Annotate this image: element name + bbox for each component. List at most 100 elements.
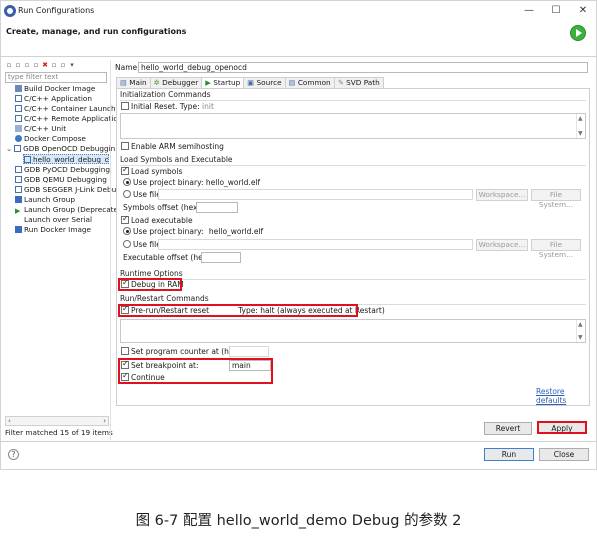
symbols-workspace-button[interactable]: Workspace... [476, 189, 528, 201]
tree-item[interactable]: Build Docker Image [15, 84, 95, 94]
chevron-left-icon[interactable]: ‹ [8, 417, 11, 426]
apply-button[interactable]: Apply [537, 421, 587, 434]
symbols-use-project-binary-radio[interactable]: Use project binary: hello_world.elf [123, 178, 260, 188]
chevron-right-icon[interactable]: › [103, 417, 106, 426]
config-tree: Build Docker Image C/C++ Application C/C… [5, 84, 120, 414]
set-pc-checkbox[interactable]: Set program counter at (hex): [121, 347, 243, 357]
run-icon [570, 25, 586, 41]
maximize-button[interactable]: ☐ [546, 3, 566, 19]
tab-debugger[interactable]: ✲ Debugger [149, 77, 203, 88]
init-commands-textarea[interactable]: ▲ ▼ [120, 113, 586, 139]
tree-item[interactable]: Launch Group [15, 195, 75, 205]
docker-run-icon [15, 226, 22, 233]
collapse-all-icon[interactable]: ▫ [50, 61, 58, 69]
symbols-file-input[interactable] [158, 189, 473, 200]
tab-startup[interactable]: ▶ Startup [201, 77, 245, 88]
revert-button[interactable]: Revert [484, 422, 532, 435]
minimize-button[interactable]: — [519, 3, 539, 19]
new-config-icon[interactable]: ▫ [5, 61, 13, 69]
symbols-filesystem-button[interactable]: File System... [531, 189, 581, 209]
source-tab-icon: ▣ [247, 78, 255, 87]
checkbox-box[interactable] [121, 142, 129, 150]
tab-source[interactable]: ▣ Source [243, 77, 286, 88]
duplicate-icon[interactable]: ▫ [32, 61, 40, 69]
exec-offset-input[interactable] [201, 252, 241, 263]
checkbox-box[interactable] [121, 347, 129, 355]
enable-semihosting-checkbox[interactable]: Enable ARM semihosting [121, 142, 224, 152]
radio-dot[interactable] [123, 178, 131, 186]
launch-group-icon [15, 196, 22, 203]
scroll-up-icon[interactable]: ▲ [578, 321, 583, 328]
config-tabs: ▤ Main ✲ Debugger ▶ Startup ▣ Source ▤ C… [116, 77, 384, 88]
close-window-button[interactable]: ✕ [573, 3, 593, 19]
set-pc-input[interactable] [229, 346, 269, 357]
debugger-tab-icon: ✲ [153, 78, 160, 87]
tree-item[interactable]: Launch over Serial [24, 215, 92, 225]
checkbox-box[interactable] [121, 214, 129, 224]
run-commands-textarea[interactable]: ▲ ▼ [120, 319, 586, 343]
load-symbols-checkbox[interactable]: Load symbols [121, 165, 182, 177]
restore-defaults-link[interactable]: Restore defaults [536, 387, 597, 405]
gdb-icon [14, 145, 22, 152]
scroll-up-icon[interactable]: ▲ [578, 115, 583, 122]
view-menu-icon[interactable]: ▾ [68, 61, 76, 69]
radio-dot[interactable] [123, 190, 131, 198]
exec-offset-label: Executable offset (hex): [123, 253, 213, 262]
section-divider [120, 279, 586, 280]
highlight-box [118, 358, 273, 384]
c-app-icon [15, 95, 22, 102]
chevron-down-icon[interactable]: ⌄ [6, 144, 12, 153]
common-tab-icon: ▤ [288, 78, 296, 87]
tree-item-selected[interactable]: hello_world_debug_ope [23, 154, 109, 164]
radio-dot[interactable] [123, 227, 131, 235]
tree-item[interactable]: GDB QEMU Debugging [15, 175, 107, 185]
tree-item[interactable]: C/C++ Unit [15, 124, 66, 134]
tree-item[interactable]: C/C++ Container Launche [15, 104, 120, 114]
unit-test-icon [15, 125, 22, 132]
tree-item[interactable]: GDB PyOCD Debugging [15, 165, 110, 175]
radio-dot[interactable] [123, 240, 131, 248]
main-tab-icon: ▤ [120, 78, 127, 87]
tree-item[interactable]: Run Docker Image [15, 225, 91, 235]
tree-item[interactable]: C/C++ Application [15, 94, 92, 104]
highlight-box [118, 304, 358, 317]
symbols-offset-input[interactable] [196, 202, 238, 213]
initial-reset-checkbox[interactable]: Initial Reset. Type: init [121, 102, 214, 112]
footer-divider [0, 441, 597, 442]
help-icon[interactable]: ? [8, 449, 19, 460]
tree-item[interactable]: C/C++ Remote Applicatio [15, 114, 118, 124]
checkbox-box[interactable] [121, 165, 129, 175]
delete-icon[interactable]: ✖ [41, 61, 49, 69]
textarea-scrollbar[interactable]: ▲ ▼ [576, 320, 585, 342]
tree-item[interactable]: GDB SEGGER J-Link Debu [15, 185, 116, 195]
tree-item[interactable]: Docker Compose [15, 134, 86, 144]
config-name-input[interactable]: hello_world_debug_openocd [138, 62, 588, 73]
scroll-down-icon[interactable]: ▼ [578, 130, 583, 137]
checkbox-box[interactable] [121, 102, 129, 110]
tree-item[interactable]: ▶ Launch Group (Deprecate [15, 205, 118, 215]
section-divider [120, 100, 586, 101]
filter-input[interactable]: type filter text [5, 72, 107, 83]
textarea-scrollbar[interactable]: ▲ ▼ [576, 114, 585, 138]
new-prototype-icon[interactable]: ▫ [14, 61, 22, 69]
tab-svd-path[interactable]: ✎ SVD Path [333, 77, 384, 88]
play-icon: ▶ [15, 207, 21, 215]
export-icon[interactable]: ▫ [23, 61, 31, 69]
exec-workspace-button[interactable]: Workspace... [476, 239, 528, 251]
tree-item-expanded[interactable]: ⌄ GDB OpenOCD Debuggin [6, 144, 115, 154]
docker-icon [15, 85, 22, 92]
filter-icon[interactable]: ▫ [59, 61, 67, 69]
section-load-symbols: Load Symbols and Executable [120, 155, 233, 164]
sidebar-horizontal-scrollbar[interactable]: ‹ › [5, 416, 109, 426]
tab-common[interactable]: ▤ Common [284, 77, 335, 88]
tab-main[interactable]: ▤ Main [116, 77, 151, 88]
scroll-down-icon[interactable]: ▼ [578, 334, 583, 341]
exec-file-input[interactable] [158, 239, 473, 250]
pane-divider[interactable] [110, 60, 111, 440]
load-executable-checkbox[interactable]: Load executable [121, 214, 193, 226]
exec-use-project-binary-radio[interactable]: Use project binary: hello_world.elf [123, 227, 263, 237]
figure-caption: 图 6-7 配置 hello_world_demo Debug 的参数 2 [135, 513, 462, 529]
close-button[interactable]: Close [539, 448, 589, 461]
run-button[interactable]: Run [484, 448, 534, 461]
exec-filesystem-button[interactable]: File System... [531, 239, 581, 259]
